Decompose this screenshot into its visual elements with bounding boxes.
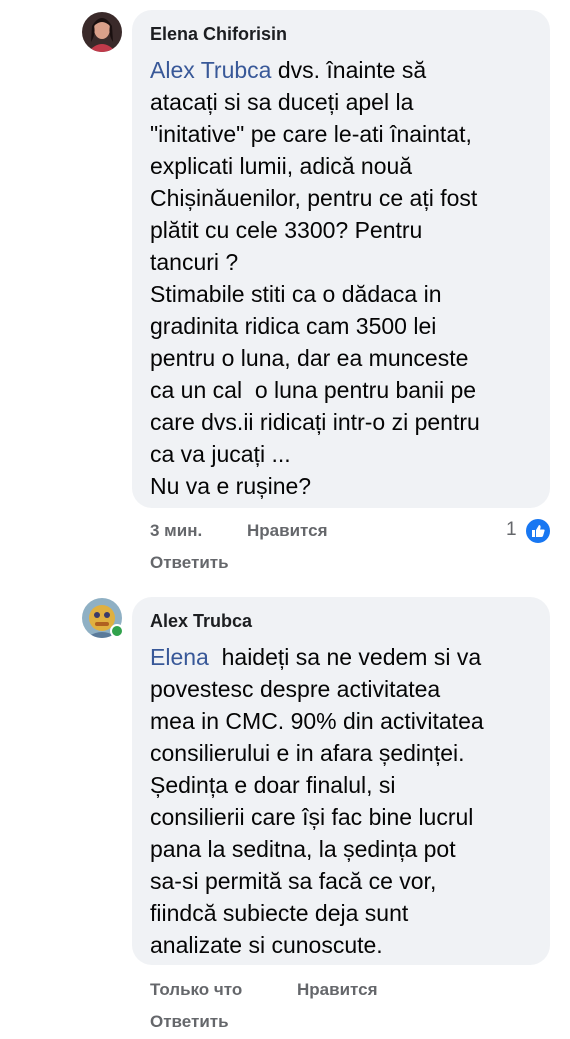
comment-text: Elena haideți sa ne vedem si va povestes… [150, 641, 545, 961]
comment-author[interactable]: Alex Trubca [150, 611, 252, 632]
reaction-count[interactable]: 1 [506, 519, 517, 541]
comment-alex: Alex Trubca Elena haideți sa ne vedem si… [0, 590, 570, 1039]
mention-link[interactable]: Elena [150, 644, 209, 670]
avatar[interactable] [82, 12, 122, 52]
comment-bubble: Elena Chiforisin Alex Trubca dvs. înaint… [132, 10, 550, 508]
comment-author[interactable]: Elena Chiforisin [150, 24, 287, 45]
reply-button[interactable]: Ответить [150, 1012, 229, 1032]
comment-elena: Elena Chiforisin Alex Trubca dvs. înaint… [0, 0, 570, 590]
online-status-indicator [110, 624, 124, 638]
comment-time[interactable]: Только что [150, 980, 242, 1000]
like-button[interactable]: Нравится [297, 980, 378, 1000]
comment-text: Alex Trubca dvs. înainte să atacați si s… [150, 54, 545, 502]
comment-bubble: Alex Trubca Elena haideți sa ne vedem si… [132, 597, 550, 965]
reply-button[interactable]: Ответить [150, 553, 229, 573]
like-button[interactable]: Нравится [247, 521, 328, 541]
comment-body: haideți sa ne vedem si va povestesc desp… [150, 644, 484, 958]
comment-time[interactable]: 3 мин. [150, 521, 202, 541]
comment-body: dvs. înainte să atacați si sa duceți ape… [150, 57, 480, 499]
avatar-image [82, 12, 122, 52]
mention-link[interactable]: Alex Trubca [150, 57, 271, 83]
like-icon [524, 517, 552, 545]
